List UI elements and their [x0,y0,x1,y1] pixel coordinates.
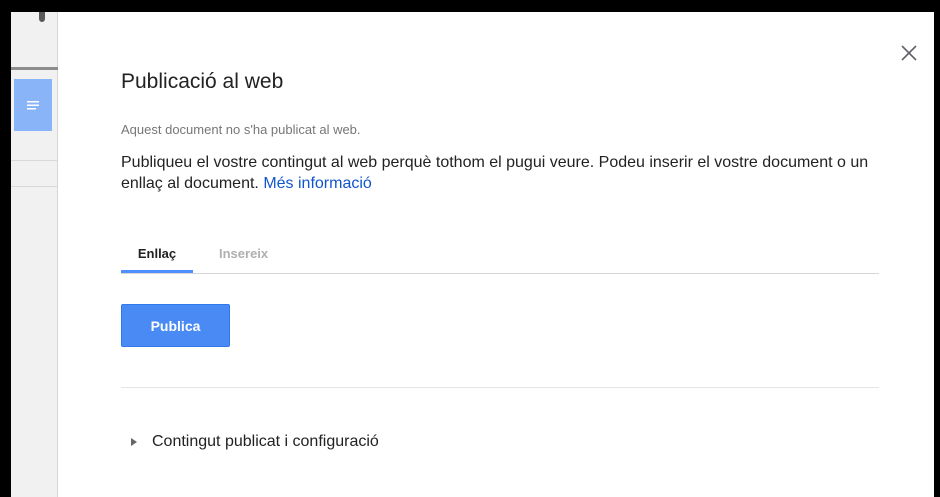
background-handle [39,12,45,22]
dialog-title: Publicació al web [121,70,284,93]
close-icon[interactable] [898,42,920,64]
dialog-description: Publiqueu el vostre contingut al web per… [121,152,881,194]
published-settings-expander[interactable]: Contingut publicat i configuració [131,432,379,452]
description-text: Publiqueu el vostre contingut al web per… [121,154,869,192]
publish-button[interactable]: Publica [121,304,230,347]
triangle-right-icon [131,438,137,446]
more-info-link[interactable]: Més informació [263,175,371,192]
section-divider [121,387,879,388]
background-doc-button [14,79,52,131]
tab-embed[interactable]: Insereix [219,245,299,273]
expander-label: Contingut publicat i configuració [152,433,379,450]
background-divider [11,160,58,161]
tab-link[interactable]: Enllaç [121,245,193,273]
background-divider [11,186,58,187]
screen-frame-right [934,0,940,497]
publish-status-text: Aquest document no s'ha publicat al web. [121,122,361,137]
screen-frame-top [0,0,940,12]
doc-lines-icon [27,101,39,110]
screen-frame-left [0,0,11,497]
background-toolbar-divider [11,67,58,70]
publish-tabs: Enllaç Insereix [121,245,879,274]
close-button[interactable] [898,42,920,64]
